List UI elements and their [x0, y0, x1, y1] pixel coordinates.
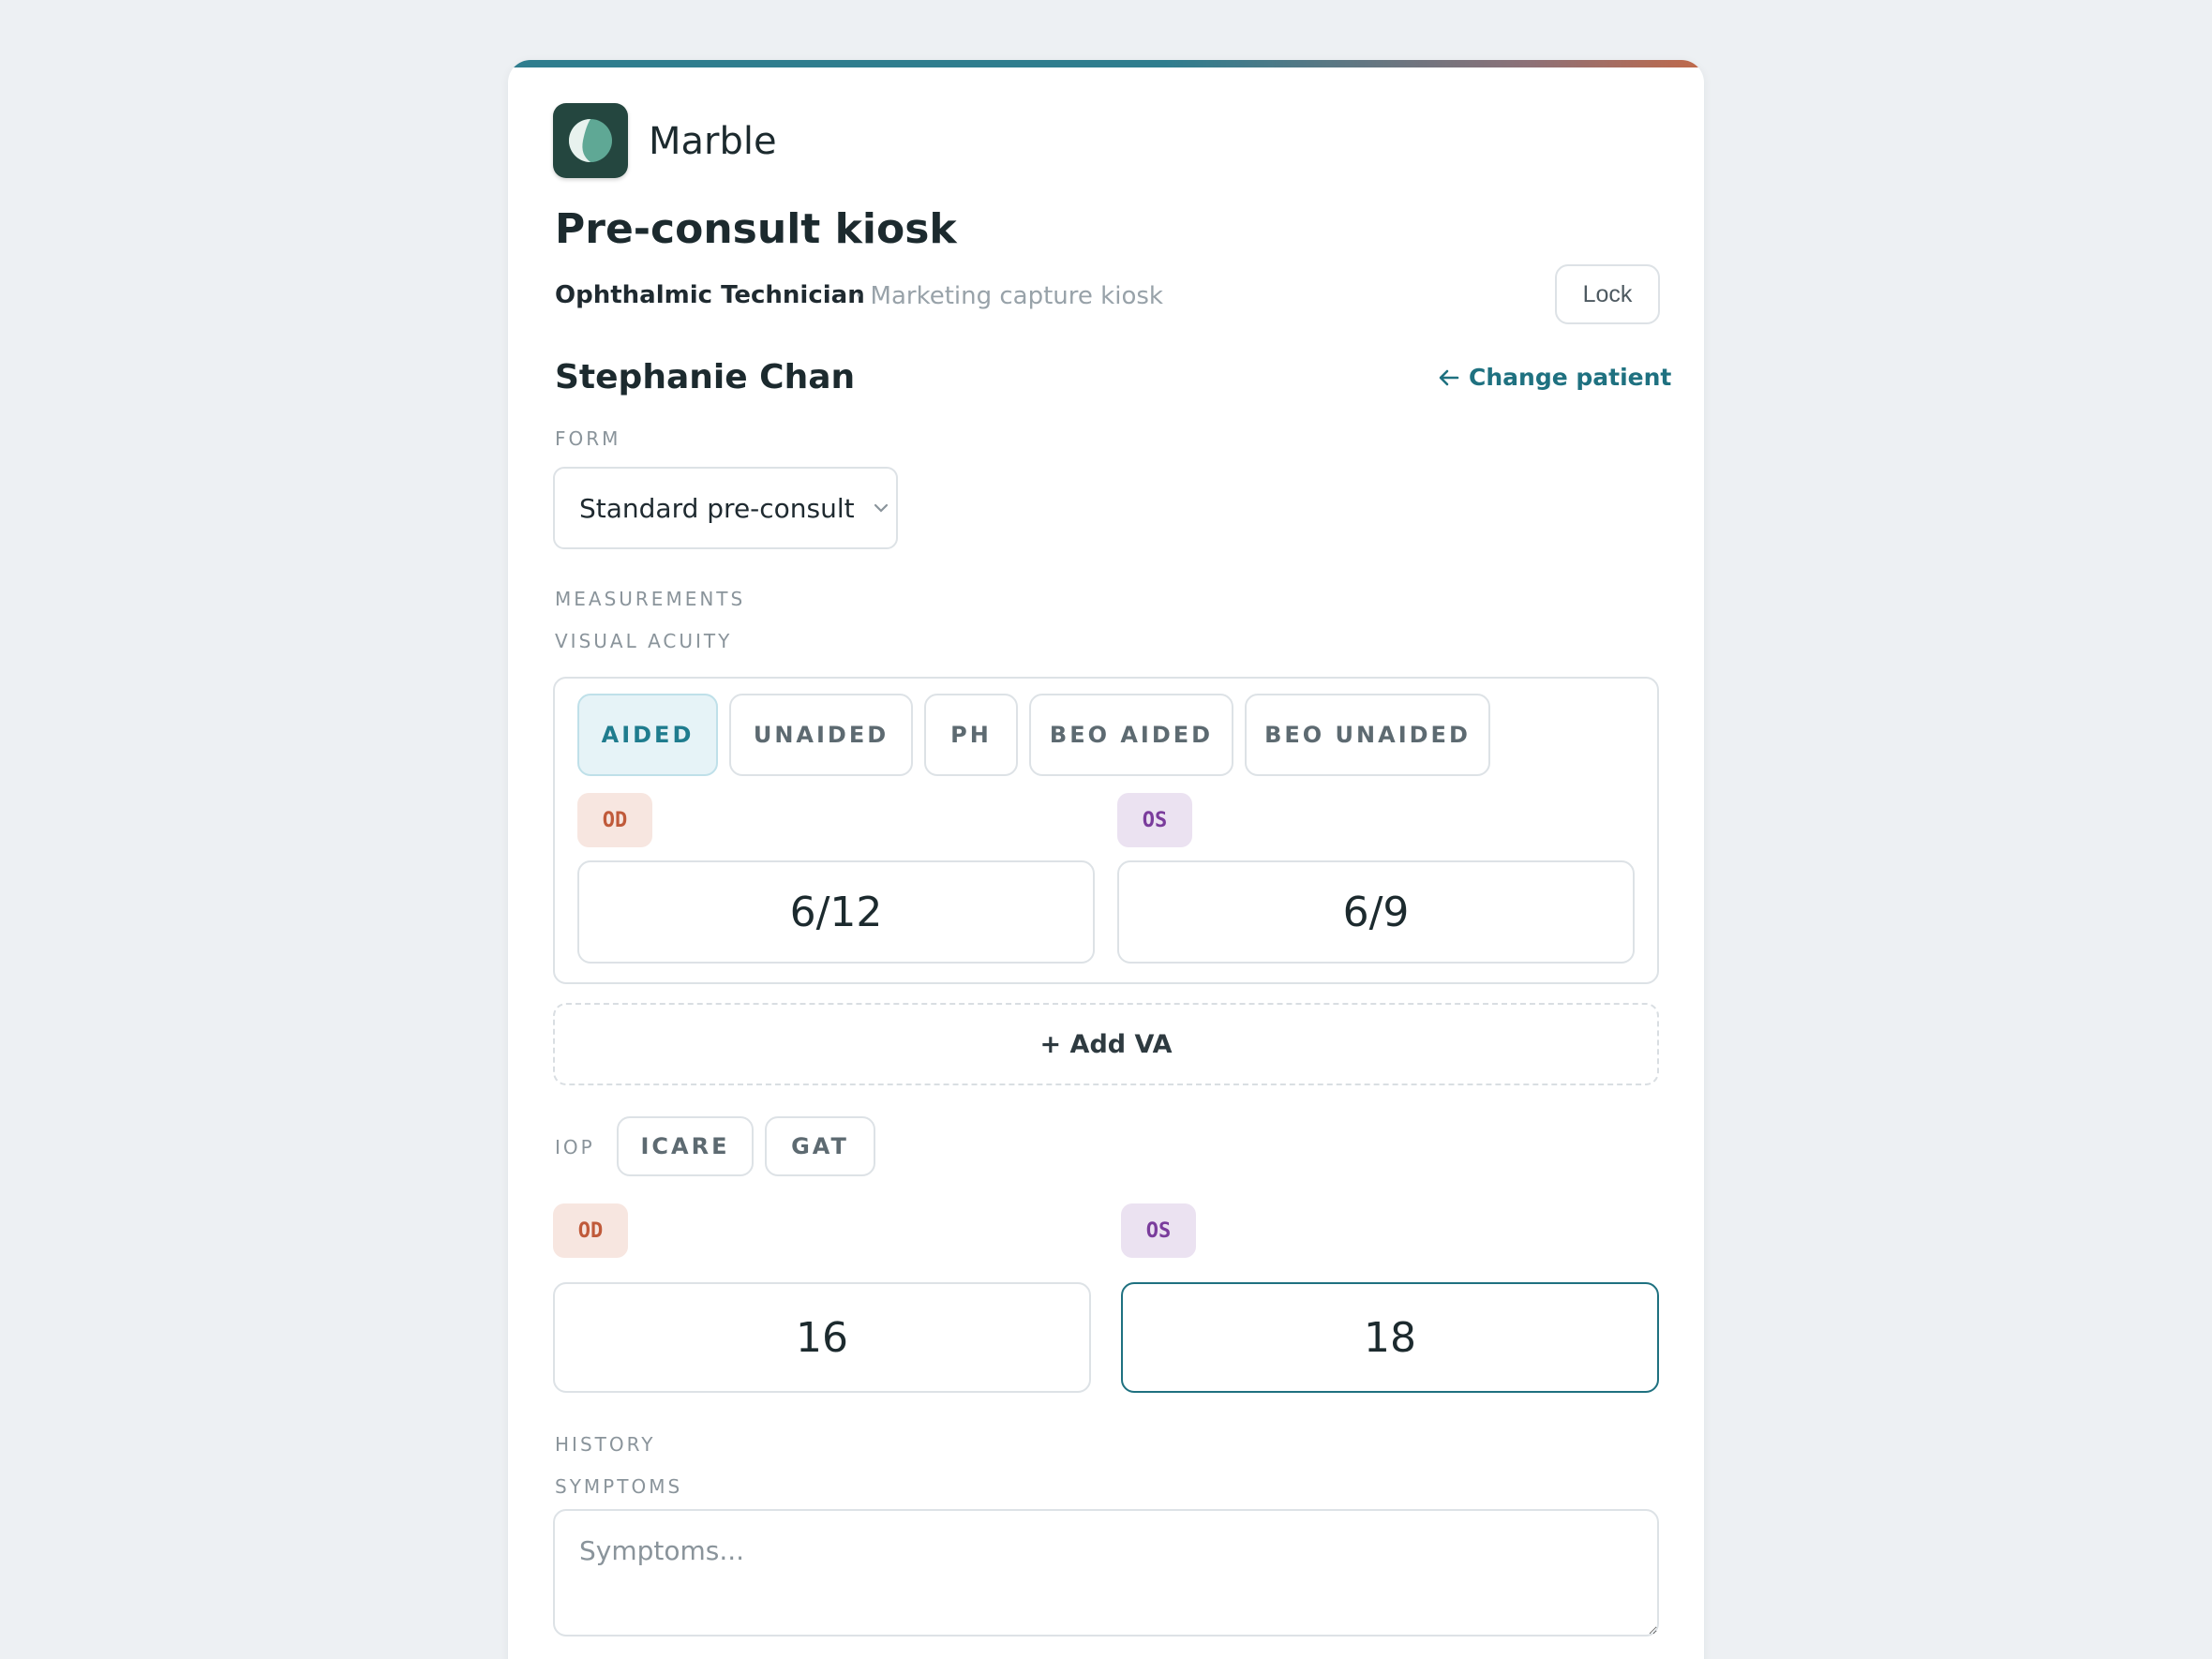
form-select[interactable]: Standard pre-consult	[553, 467, 898, 549]
iop-os-input[interactable]: 18	[1121, 1282, 1659, 1393]
measurements-label: MEASUREMENTS	[555, 588, 746, 610]
iop-od-badge: OD	[553, 1203, 628, 1258]
lock-button[interactable]: Lock	[1555, 264, 1660, 324]
visual-acuity-label: VISUAL ACUITY	[555, 630, 733, 652]
arrow-left-icon	[1439, 369, 1459, 386]
form-select-value: Standard pre-consult	[579, 492, 855, 524]
form-label: FORM	[555, 427, 621, 450]
chevron-down-icon	[874, 503, 889, 513]
user-role: Ophthalmic Technician	[555, 281, 865, 309]
app-name: Marble	[649, 120, 777, 163]
change-patient-label: Change patient	[1469, 364, 1672, 391]
va-os-badge: OS	[1117, 793, 1192, 847]
iop-os-badge: OS	[1121, 1203, 1196, 1258]
tab-beo-aided[interactable]: BEO AIDED	[1029, 694, 1233, 776]
symptoms-label: SYMPTOMS	[555, 1475, 683, 1498]
add-va-button[interactable]: + Add VA	[553, 1003, 1659, 1085]
iop-method-icare[interactable]: ICARE	[617, 1116, 754, 1176]
tab-beo-unaided[interactable]: BEO UNAIDED	[1245, 694, 1490, 776]
accent-bar	[508, 60, 1704, 67]
iop-label: IOP	[555, 1136, 595, 1158]
iop-method-gat[interactable]: GAT	[765, 1116, 875, 1176]
history-label: HISTORY	[555, 1433, 656, 1456]
tab-unaided[interactable]: UNAIDED	[729, 694, 913, 776]
symptoms-input[interactable]	[553, 1509, 1659, 1637]
iop-od-input[interactable]: 16	[553, 1282, 1091, 1393]
patient-name: Stephanie Chan	[555, 358, 856, 396]
tab-aided[interactable]: AIDED	[577, 694, 718, 776]
tab-ph[interactable]: PH	[924, 694, 1018, 776]
va-os-input[interactable]: 6/9	[1117, 860, 1635, 964]
kiosk-card: Marble Pre-consult kiosk Ophthalmic Tech…	[508, 60, 1704, 1659]
va-od-badge: OD	[577, 793, 652, 847]
va-od-input[interactable]: 6/12	[577, 860, 1095, 964]
page-title: Pre-consult kiosk	[555, 205, 957, 253]
marble-logo-icon	[553, 103, 628, 178]
kiosk-context: · Marketing capture kiosk	[855, 282, 1163, 310]
change-patient-link[interactable]: Change patient	[1439, 364, 1671, 391]
